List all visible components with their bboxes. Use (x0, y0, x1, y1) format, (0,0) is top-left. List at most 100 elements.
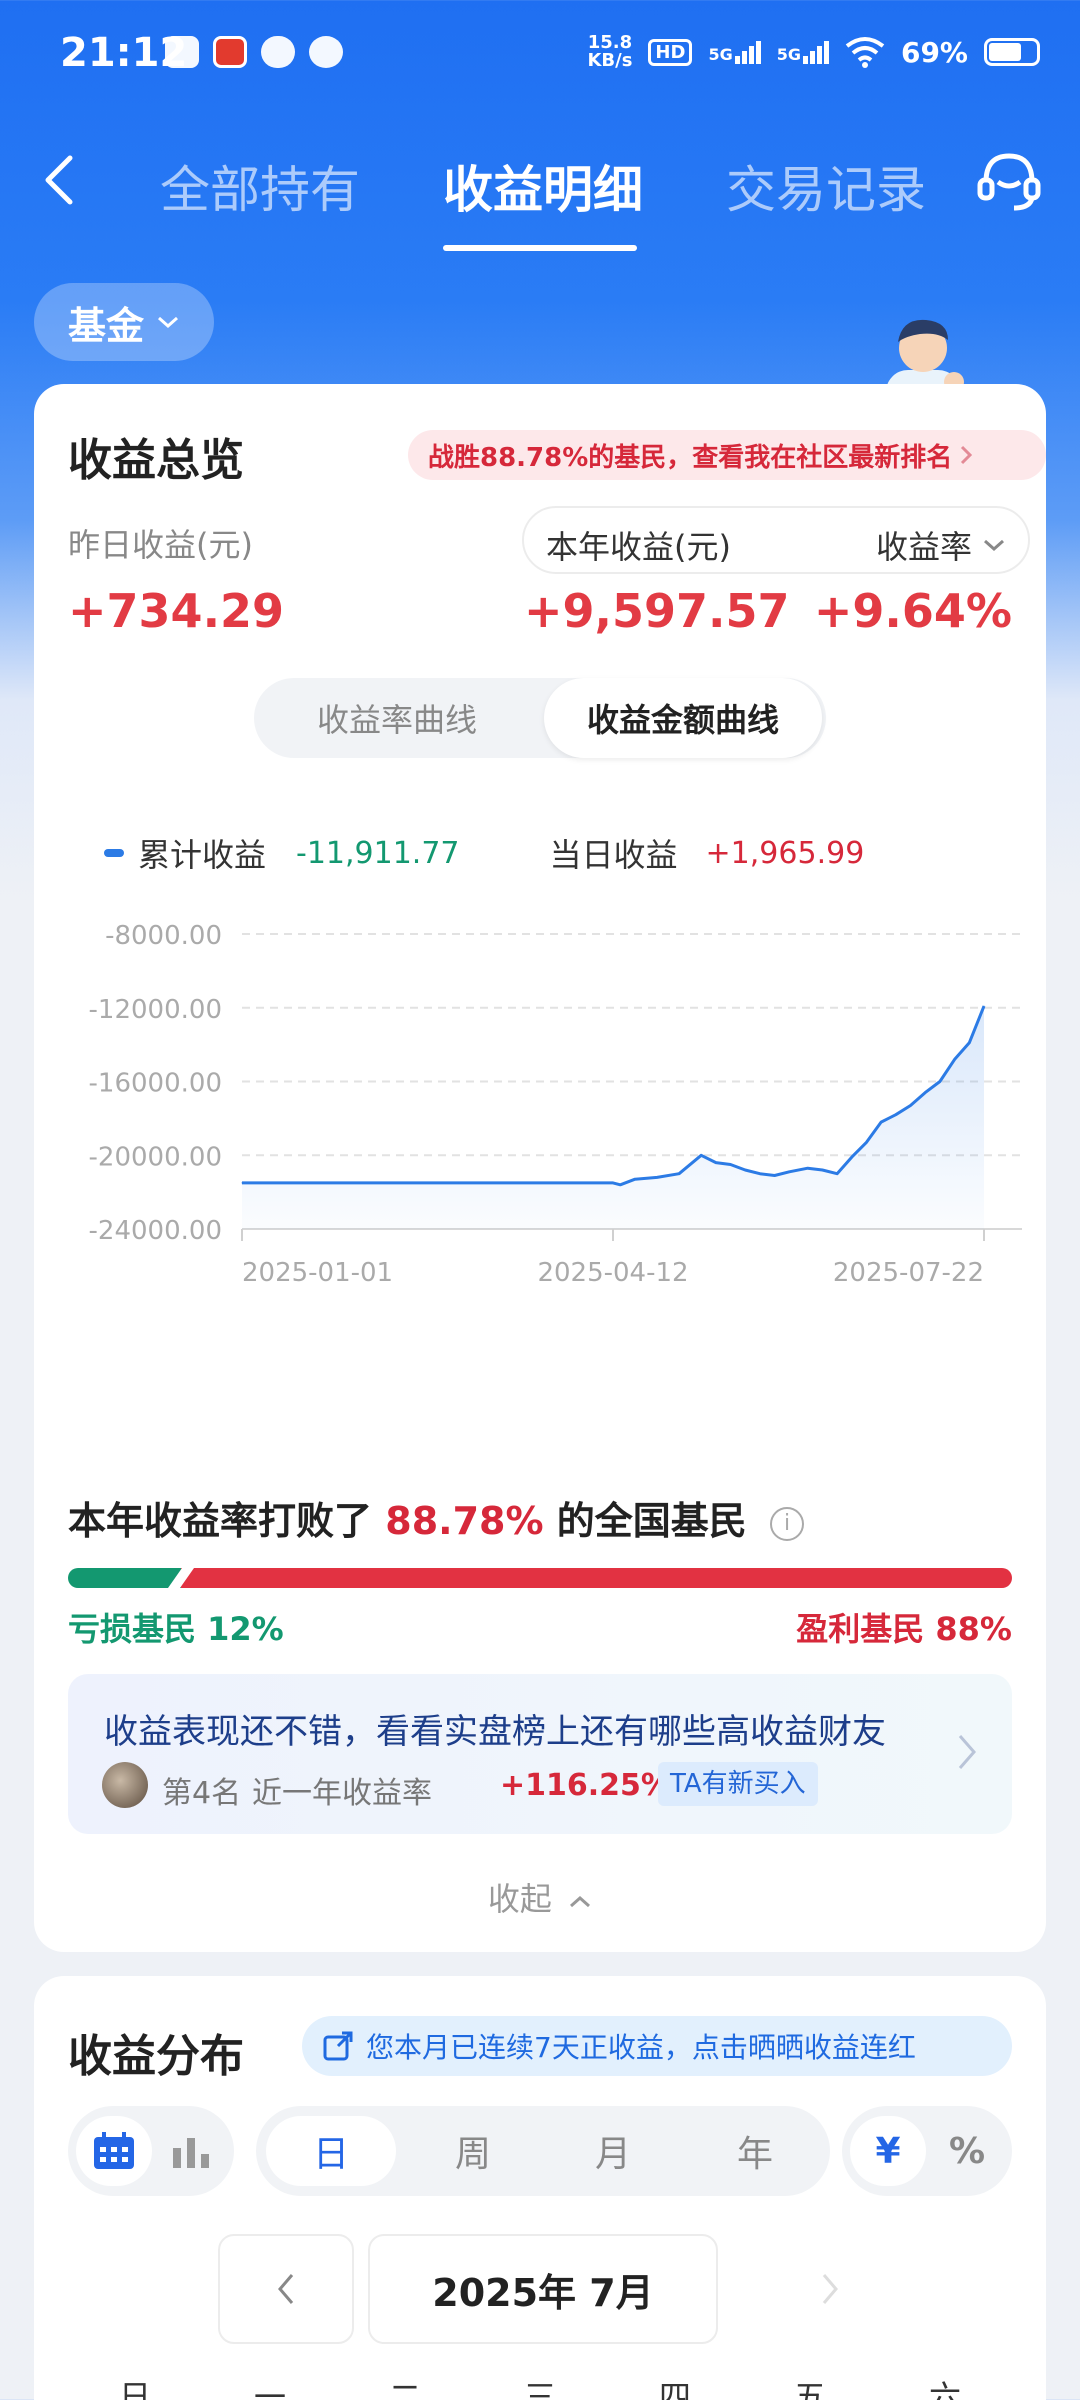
collapse-label: 收起 (487, 1880, 552, 1918)
promo-rank: 第4名 (162, 1776, 242, 1811)
income-overview-card: 收益总览 战胜88.78%的基民，查看我在社区最新排名 昨日收益(元) +734… (34, 384, 1046, 1952)
info-icon[interactable]: i (770, 1506, 805, 1541)
data-point (619, 1184, 621, 1186)
weekday-mon: 一 (253, 2378, 286, 2400)
leaderboard-promo[interactable]: 收益表现还不错，看看实盘榜上还有哪些高收益财友 第4名 近一年收益率 +116.… (68, 1674, 1012, 1834)
data-point (983, 1005, 985, 1007)
data-point (939, 1081, 941, 1082)
status-bar: 21:12 15.8 KB/s HD 5G 5G 69% (0, 0, 1080, 116)
beat-suffix: 的全国基民 (556, 1499, 747, 1543)
next-month-button[interactable] (762, 2234, 898, 2344)
calendar-icon (94, 2132, 134, 2169)
bar-chart-view-button[interactable] (156, 2116, 226, 2186)
data-point (880, 1121, 882, 1123)
customer-service-icon[interactable] (974, 146, 1044, 216)
tab-rate-curve[interactable]: 收益率曲线 (258, 678, 536, 758)
yesterday-income-value: +734.29 (68, 584, 285, 638)
tab-amount-curve[interactable]: 收益金额曲线 (544, 678, 822, 758)
data-point (458, 1182, 460, 1184)
tab-income-details[interactable]: 收益明细 (443, 150, 643, 222)
wifi-icon (845, 37, 885, 68)
streak-banner[interactable]: 您本月已连续7天正收益，点击晒晒收益连红 (302, 2016, 1012, 2076)
unit-toggle: ¥ % (842, 2106, 1012, 2196)
fund-filter-dropdown[interactable]: 基金 (34, 283, 214, 361)
promo-text: 收益表现还不错，看看实盘榜上还有哪些高收益财友 (104, 1712, 886, 1752)
year-income-value: +9,597.57 (524, 584, 790, 638)
rank-banner[interactable]: 战胜88.78%的基民，查看我在社区最新排名 (408, 430, 1046, 480)
weekday-fri: 五 (793, 2378, 826, 2400)
chevron-down-icon (984, 539, 1004, 552)
share-icon (323, 2031, 353, 2061)
unit-amount-button[interactable]: ¥ (850, 2116, 926, 2186)
year-income-header: 本年收益(元) 收益率 (522, 506, 1030, 574)
tab-year[interactable]: 年 (690, 2116, 820, 2186)
data-point (572, 1182, 574, 1184)
chevron-down-icon (158, 316, 178, 329)
year-income-label: 本年收益(元) (546, 528, 731, 566)
signal-icon: 5G (708, 40, 761, 64)
avatar (102, 1762, 148, 1808)
weekday-sun: 日 (118, 2378, 151, 2400)
tab-month[interactable]: 月 (548, 2116, 678, 2186)
weekday-thu: 四 (658, 2378, 691, 2400)
income-distribution-card: 收益分布 您本月已连续7天正收益，点击晒晒收益连红 日 周 月 年 ¥ % 20… (34, 1976, 1046, 2400)
overview-title: 收益总览 (68, 435, 244, 486)
active-tab-indicator (443, 245, 637, 251)
cloud-icon (261, 36, 295, 68)
data-point (954, 1058, 956, 1060)
data-point (924, 1092, 926, 1094)
tab-day[interactable]: 日 (266, 2116, 396, 2186)
weekday-sat: 六 (928, 2378, 961, 2400)
chevron-right-icon (958, 1735, 976, 1769)
series-area (242, 1006, 984, 1229)
collapse-button[interactable]: 收起 (34, 1874, 1046, 1920)
income-chart[interactable]: -8000.00 -12000.00 -16000.00 -20000.00 -2400… (34, 874, 1046, 1354)
tab-week[interactable]: 周 (408, 2116, 538, 2186)
data-point (968, 1042, 970, 1044)
data-point (744, 1169, 746, 1171)
y-tick-label: -24000.00 (89, 1216, 222, 1246)
promo-tag: TA有新买入 (658, 1762, 818, 1806)
beat-percent: 88.78% (385, 1499, 544, 1543)
loss-segment (68, 1568, 182, 1588)
month-label: 2025年 7月 (368, 2234, 718, 2344)
prev-month-button[interactable] (218, 2234, 354, 2344)
data-point (634, 1178, 636, 1180)
legend-daily-label: 当日收益 (549, 836, 678, 874)
return-rate-value: +9.64% (813, 584, 1012, 638)
data-point (355, 1182, 357, 1184)
tab-transaction-records[interactable]: 交易记录 (726, 150, 926, 222)
yesterday-income-label: 昨日收益(元) (68, 526, 253, 564)
chevron-up-icon (570, 1895, 591, 1908)
weekday-tue: 二 (388, 2378, 421, 2400)
y-tick-label: -12000.00 (89, 995, 222, 1025)
weekday-header: 日 一 二 三 四 五 六 (68, 2372, 1012, 2400)
data-point (656, 1176, 658, 1178)
promo-rate-label: 近一年收益率 (252, 1776, 432, 1811)
calendar-view-button[interactable] (76, 2116, 152, 2186)
beat-prefix: 本年收益率打败了 (68, 1499, 373, 1543)
data-point (612, 1182, 614, 1184)
data-point (865, 1141, 867, 1143)
tab-all-holdings[interactable]: 全部持有 (160, 150, 360, 222)
unit-percent-button[interactable]: % (930, 2116, 1004, 2186)
signal-icon-2: 5G (777, 40, 829, 64)
chevron-right-icon (822, 2274, 838, 2304)
profit-investors-label: 盈利基民 88% (796, 1610, 1012, 1648)
curve-type-toggle: 收益率曲线 收益金额曲线 (254, 678, 826, 758)
data-point (788, 1171, 790, 1173)
loss-investors-label: 亏损基民 12% (68, 1610, 284, 1648)
data-point (730, 1163, 732, 1165)
battery-percent: 69% (900, 35, 968, 69)
back-arrow-icon[interactable] (36, 150, 86, 210)
weekday-wed: 三 (523, 2378, 556, 2400)
bank-app-icon (213, 36, 247, 68)
rate-dropdown[interactable]: 收益率 (876, 522, 1006, 568)
chevron-right-icon (961, 445, 973, 465)
y-tick-label: -16000.00 (89, 1069, 222, 1099)
wechat-icon (165, 36, 199, 68)
x-tick-label: 2025-01-01 (242, 1258, 393, 1288)
chevron-left-icon (278, 2274, 294, 2304)
bar-chart-icon (173, 2138, 209, 2168)
view-mode-toggle (68, 2106, 234, 2196)
